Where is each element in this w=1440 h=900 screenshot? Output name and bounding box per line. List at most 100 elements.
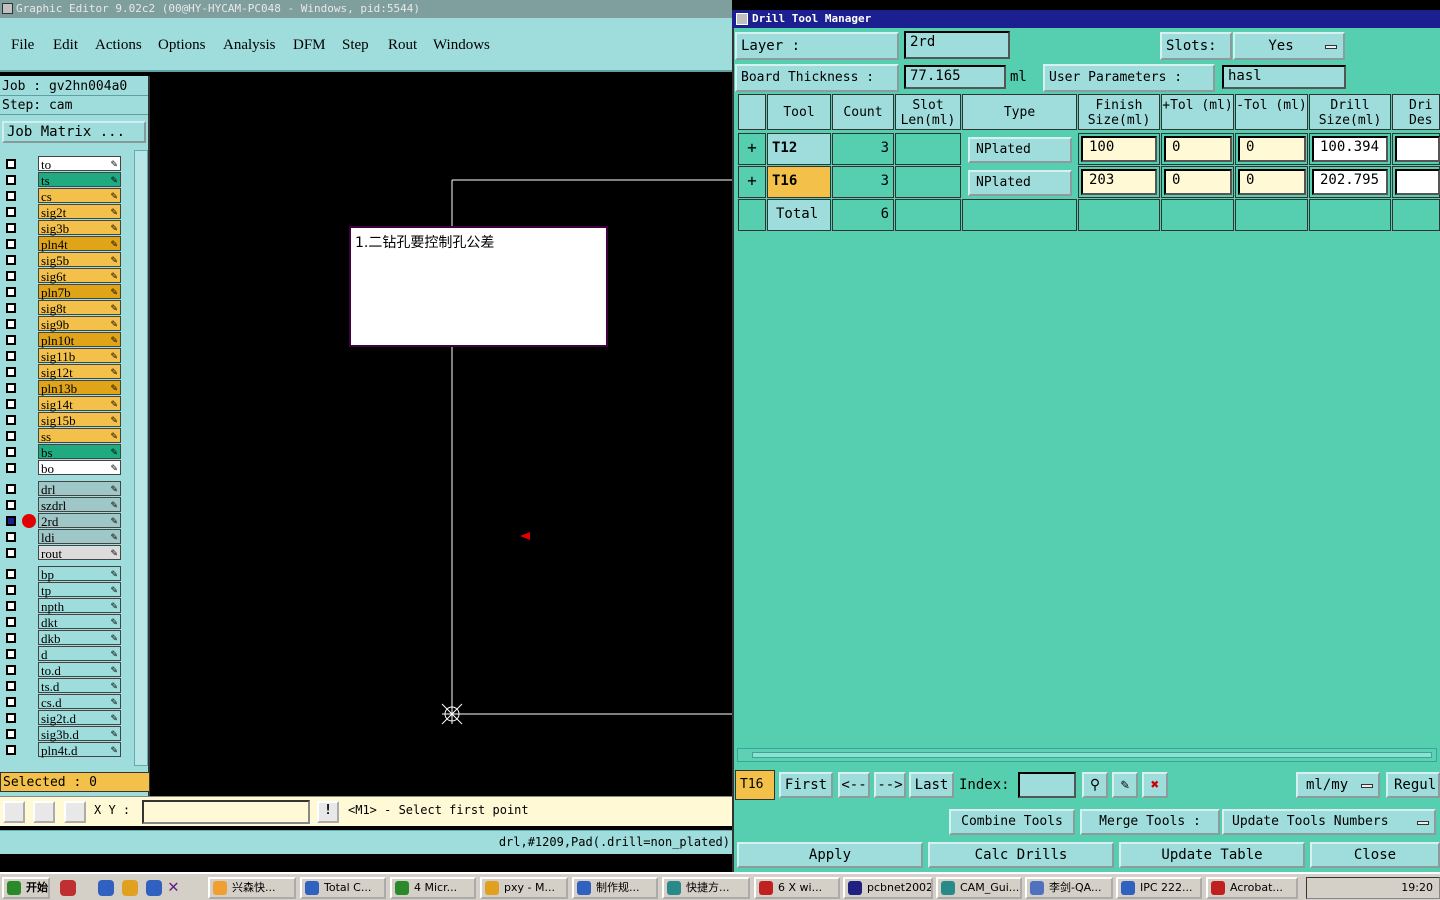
layer-name[interactable]: dkt ✎ — [38, 614, 121, 630]
menu-windows[interactable]: Windows — [433, 37, 490, 54]
layer-checkbox[interactable] — [6, 548, 16, 558]
layer-checkbox[interactable] — [6, 601, 16, 611]
layer-checkbox[interactable] — [6, 484, 16, 494]
layer-row[interactable]: cs.d ✎ — [2, 694, 134, 710]
layer-checkbox[interactable] — [6, 399, 16, 409]
layer-checkbox[interactable] — [6, 351, 16, 361]
layer-row[interactable]: sig11b ✎ — [2, 348, 134, 364]
layer-name[interactable]: bs ✎ — [38, 444, 121, 460]
start-button[interactable]: 开始 — [2, 877, 50, 899]
menu-edit[interactable]: Edit — [53, 37, 78, 54]
layer-name[interactable]: d ✎ — [38, 646, 121, 662]
layer-checkbox[interactable] — [6, 271, 16, 281]
layer-row[interactable]: npth ✎ — [2, 598, 134, 614]
calc-drills-button[interactable]: Calc Drills — [928, 842, 1114, 868]
minus-tol-input[interactable]: 0 — [1238, 169, 1306, 195]
quick-launch-icon[interactable] — [60, 880, 76, 896]
layer-checkbox[interactable] — [6, 335, 16, 345]
layer-row[interactable]: drl ✎ — [2, 481, 134, 497]
layer-name[interactable]: pln13b ✎ — [38, 380, 121, 396]
layer-row[interactable]: dkb ✎ — [2, 630, 134, 646]
taskbar-button[interactable]: 制作规... — [572, 877, 658, 899]
layer-input[interactable]: 2rd — [904, 31, 1010, 59]
layer-row[interactable]: ts.d ✎ — [2, 678, 134, 694]
edit-tool-icon[interactable]: ✎ — [1112, 772, 1138, 798]
layer-checkbox[interactable] — [6, 697, 16, 707]
taskbar-button[interactable]: pxy - M... — [480, 877, 568, 899]
layer-row[interactable]: sig2t.d ✎ — [2, 710, 134, 726]
type-select[interactable]: NPlated — [968, 170, 1072, 196]
layer-checkbox[interactable] — [6, 649, 16, 659]
layer-name[interactable]: rout ✎ — [38, 545, 121, 561]
menu-rout[interactable]: Rout — [388, 37, 417, 54]
layer-row[interactable]: pln10t ✎ — [2, 332, 134, 348]
layer-name[interactable]: dkb ✎ — [38, 630, 121, 646]
layer-row[interactable]: ts ✎ — [2, 172, 134, 188]
layer-name[interactable]: 2rd ✎ — [38, 513, 121, 529]
taskbar-button[interactable]: CAM_Gui... — [936, 877, 1022, 899]
slots-select[interactable]: Yes — [1233, 32, 1345, 60]
layer-row[interactable]: sig3b.d ✎ — [2, 726, 134, 742]
layer-name[interactable]: sig11b ✎ — [38, 348, 121, 364]
x-window-icon[interactable]: ✕ — [168, 876, 179, 897]
layer-row[interactable]: bp ✎ — [2, 566, 134, 582]
layer-row[interactable]: 2rd ✎ — [2, 513, 134, 529]
layer-name[interactable]: to.d ✎ — [38, 662, 121, 678]
layer-list-scrollbar[interactable] — [134, 150, 148, 766]
layer-checkbox[interactable] — [6, 729, 16, 739]
tool-cell[interactable]: T12 — [767, 133, 831, 165]
menu-dfm[interactable]: DFM — [293, 37, 326, 54]
layer-row[interactable]: pln4t ✎ — [2, 236, 134, 252]
layer-row[interactable]: d ✎ — [2, 646, 134, 662]
update-table-button[interactable]: Update Table — [1119, 842, 1305, 868]
layer-checkbox[interactable] — [6, 431, 16, 441]
finish-size-input[interactable]: 100 — [1081, 136, 1157, 162]
layer-checkbox[interactable] — [6, 239, 16, 249]
layer-name[interactable]: pln4t.d ✎ — [38, 742, 121, 758]
layer-name[interactable]: sig14t ✎ — [38, 396, 121, 412]
layer-checkbox[interactable] — [6, 745, 16, 755]
index-input[interactable] — [1018, 772, 1076, 798]
delete-tool-icon[interactable]: ✖ — [1142, 772, 1168, 798]
quick-launch-icon[interactable] — [146, 880, 162, 896]
snap-tool-icon[interactable] — [3, 801, 25, 823]
plus-tol-input[interactable]: 0 — [1164, 169, 1232, 195]
user-parameters-button[interactable]: User Parameters : — [1043, 64, 1215, 92]
layer-row[interactable]: sig3b ✎ — [2, 220, 134, 236]
table-scrollbar[interactable] — [737, 748, 1437, 762]
taskbar-button[interactable]: 兴森快... — [208, 877, 296, 899]
layer-row[interactable]: pln7b ✎ — [2, 284, 134, 300]
layer-row[interactable]: sig6t ✎ — [2, 268, 134, 284]
layer-row[interactable]: rout ✎ — [2, 545, 134, 561]
layer-row[interactable]: pln4t.d ✎ — [2, 742, 134, 758]
xy-input[interactable] — [142, 800, 310, 824]
layer-checkbox[interactable] — [6, 383, 16, 393]
layer-checkbox[interactable] — [6, 207, 16, 217]
layer-row[interactable]: sig2t ✎ — [2, 204, 134, 220]
layer-checkbox[interactable] — [6, 415, 16, 425]
layer-checkbox[interactable] — [6, 287, 16, 297]
layer-name[interactable]: ts.d ✎ — [38, 678, 121, 694]
layer-name[interactable]: sig3b ✎ — [38, 220, 121, 236]
layer-row[interactable]: pln13b ✎ — [2, 380, 134, 396]
last-button[interactable]: Last — [909, 772, 954, 798]
drill-size-input[interactable]: 202.795 — [1312, 169, 1388, 195]
finish-size-input[interactable]: 203 — [1081, 169, 1157, 195]
graphic-canvas[interactable] — [152, 76, 732, 794]
layer-checkbox[interactable] — [6, 367, 16, 377]
layer-row[interactable]: dkt ✎ — [2, 614, 134, 630]
layer-row[interactable]: bo ✎ — [2, 460, 134, 476]
layer-checkbox[interactable] — [6, 463, 16, 473]
plus-tol-input[interactable]: 0 — [1164, 136, 1232, 162]
layer-name[interactable]: sig2t.d ✎ — [38, 710, 121, 726]
layer-name[interactable]: sig6t ✎ — [38, 268, 121, 284]
menu-step[interactable]: Step — [342, 37, 369, 54]
layer-name[interactable]: tp ✎ — [38, 582, 121, 598]
layer-checkbox[interactable] — [6, 532, 16, 542]
layer-name[interactable]: bp ✎ — [38, 566, 121, 582]
drill-size-input[interactable]: 100.394 — [1312, 136, 1388, 162]
layer-name[interactable]: cs ✎ — [38, 188, 121, 204]
layer-name[interactable]: sig8t ✎ — [38, 300, 121, 316]
layer-name[interactable]: pln4t ✎ — [38, 236, 121, 252]
scrollbar-thumb[interactable] — [752, 752, 1432, 758]
